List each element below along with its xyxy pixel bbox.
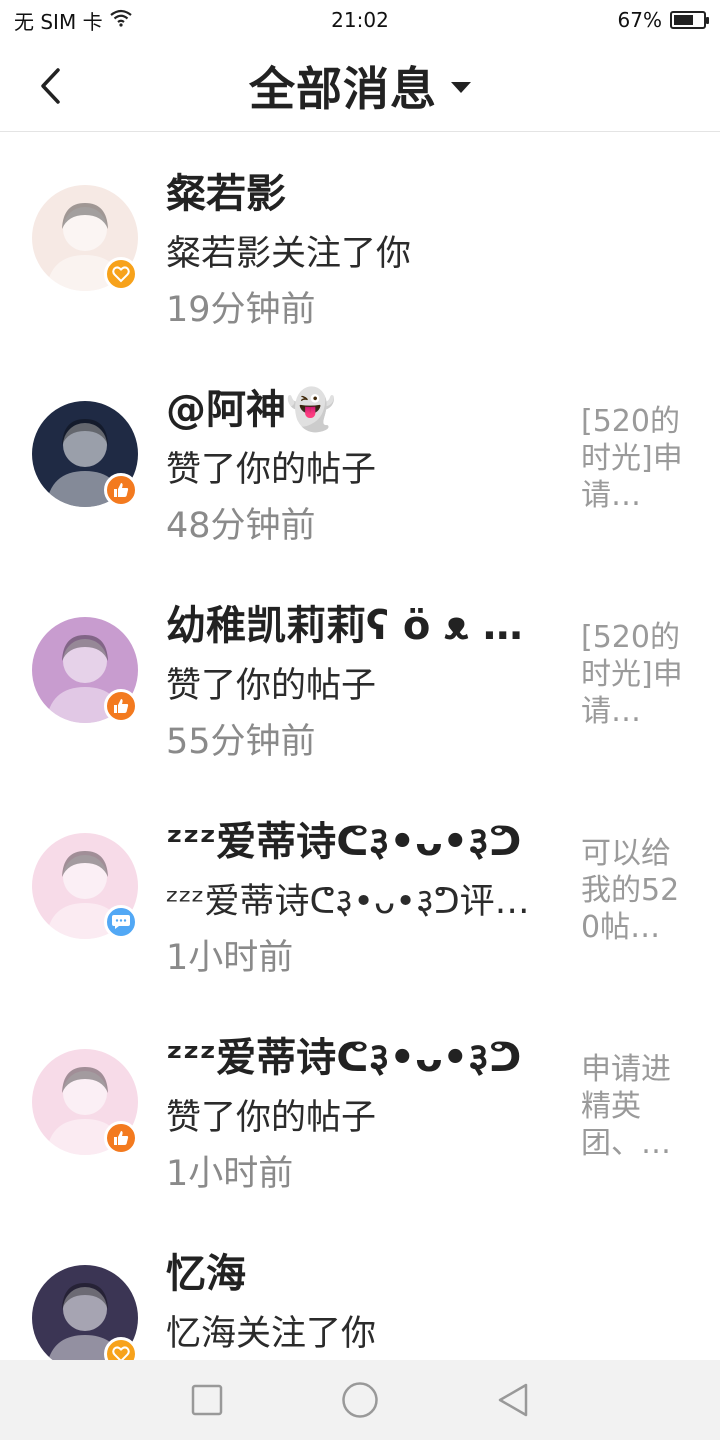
back-button[interactable] (30, 62, 70, 110)
sender-name[interactable]: 幼稚凯莉莉ʕ ö ᴥ ö ʔ🧀[… (166, 593, 538, 651)
message-text: ᶻᶻᶻ爱蒂诗ᕦ३•ᴗ•३ᕤ评论… (166, 882, 546, 922)
thumbs-up-icon (112, 1129, 130, 1147)
badge-follow (104, 257, 138, 291)
comment-icon (111, 913, 131, 931)
message-text: 忆海关注了你 (166, 1314, 377, 1354)
badge-comment (104, 905, 138, 939)
message-time: 19分钟前 (166, 290, 316, 330)
status-right: 67% (446, 8, 709, 32)
battery-percent: 67% (617, 8, 662, 32)
recent-apps-button[interactable] (177, 1370, 237, 1430)
sender-name[interactable]: ᶻᶻᶻ爱蒂诗ᕦ३•ᴗ•३ᕤ (166, 809, 522, 867)
message-text: 赞了你的帖子 (166, 666, 377, 706)
heart-icon (112, 1345, 130, 1360)
message-text: 赞了你的帖子 (166, 1098, 377, 1138)
sender-name[interactable]: @阿神👻 (166, 377, 336, 435)
post-preview[interactable]: [520的时光]申请… (581, 619, 685, 727)
wifi-icon (109, 8, 133, 32)
chevron-left-icon (41, 68, 60, 104)
message-time: 1小时前 (166, 938, 294, 978)
badge-like (104, 473, 138, 507)
circle-icon (342, 1382, 378, 1418)
sender-name[interactable]: 粲若影 (166, 161, 286, 219)
message-item[interactable]: 幼稚凯莉莉ʕ ö ᴥ ö ʔ🧀[… 赞了你的帖子 55分钟前 [520的时光]申请… (0, 565, 720, 781)
sender-name[interactable]: ᶻᶻᶻ爱蒂诗ᕦ३•ᴗ•३ᕤ (166, 1025, 522, 1083)
caret-down-icon (451, 82, 471, 93)
carrier-label: 无 SIM 卡 (14, 9, 103, 34)
square-icon (191, 1384, 222, 1416)
post-preview[interactable]: [520的时光]申请… (581, 403, 685, 511)
home-button[interactable] (330, 1370, 390, 1430)
title-dropdown[interactable]: 全部消息 (249, 53, 471, 119)
post-preview[interactable]: 可以给我的520帖… (581, 835, 685, 943)
header: 全部消息 (0, 40, 720, 132)
message-item[interactable]: ᶻᶻᶻ爱蒂诗ᕦ३•ᴗ•३ᕤ ᶻᶻᶻ爱蒂诗ᕦ३•ᴗ•३ᕤ评论… 1小时前 可以给我的52… (0, 781, 720, 997)
thumbs-up-icon (112, 481, 130, 499)
badge-like (104, 689, 138, 723)
thumbs-up-icon (112, 697, 130, 715)
status-left: 无 SIM 卡 (14, 6, 274, 35)
message-item[interactable]: 忆海 忆海关注了你 (0, 1213, 720, 1360)
back-nav-button[interactable] (483, 1370, 543, 1430)
message-time: 1小时前 (166, 1154, 294, 1194)
sender-name[interactable]: 忆海 (166, 1241, 246, 1299)
status-time: 21:02 (331, 8, 389, 32)
post-preview[interactable]: 申请进精英团、… (581, 1051, 685, 1159)
triangle-back-icon (499, 1383, 528, 1417)
message-list[interactable]: 粲若影粲若影关注了你 19分钟前 @阿神👻 赞了你的帖子 48分钟前 [520的时光]申请… (0, 133, 720, 1360)
heart-icon (112, 265, 130, 283)
message-time: 55分钟前 (166, 722, 316, 762)
message-text: 粲若影关注了你 (166, 234, 412, 274)
message-item[interactable]: ᶻᶻᶻ爱蒂诗ᕦ३•ᴗ•३ᕤ 赞了你的帖子 1小时前 申请进精英团、… (0, 997, 720, 1213)
message-item[interactable]: @阿神👻 赞了你的帖子 48分钟前 [520的时光]申请… (0, 349, 720, 565)
battery-level (674, 15, 693, 25)
message-item[interactable]: 粲若影粲若影关注了你 19分钟前 (0, 133, 720, 349)
status-bar: 无 SIM 卡 21:02 67% (0, 0, 720, 40)
message-text: 赞了你的帖子 (166, 450, 377, 490)
page-title: 全部消息 (249, 61, 437, 116)
battery-icon (670, 11, 709, 29)
badge-like (104, 1121, 138, 1155)
message-time: 48分钟前 (166, 506, 316, 546)
system-nav-bar (0, 1360, 720, 1440)
